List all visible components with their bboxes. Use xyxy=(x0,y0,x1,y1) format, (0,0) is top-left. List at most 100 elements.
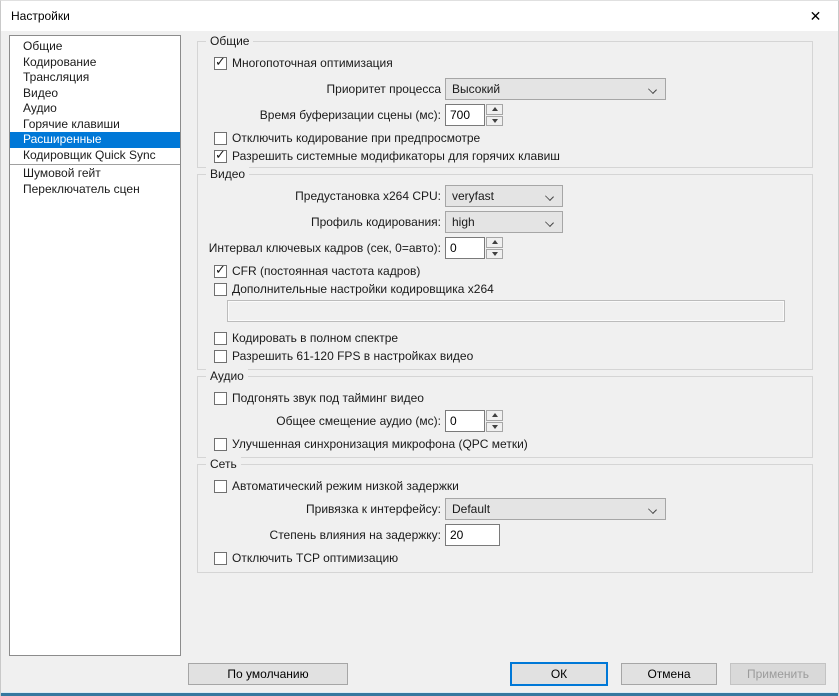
sidebar-item-quicksync-encoder[interactable]: Кодировщик Quick Sync xyxy=(10,148,180,164)
x264-preset-label: Предустановка x264 CPU: xyxy=(295,189,441,203)
custom-x264-row: Дополнительные настройки кодировщика x26… xyxy=(214,282,812,296)
disable-preview-encoding-label: Отключить кодирование при предпросмотре xyxy=(232,131,481,145)
title-bar: Настройки ✕ xyxy=(1,1,838,31)
audio-sync-checkbox[interactable] xyxy=(214,391,227,405)
close-button[interactable]: ✕ xyxy=(793,1,838,31)
low-latency-label: Автоматический режим низкой задержки xyxy=(232,479,459,493)
allow-modifiers-row: ✓ Разрешить системные модификаторы для г… xyxy=(214,146,812,163)
apply-button: Применить xyxy=(730,663,826,685)
chevron-down-icon xyxy=(545,192,554,201)
latency-factor-label: Степень влияния на задержку: xyxy=(269,528,441,542)
audio-offset-spin-buttons xyxy=(486,410,503,432)
custom-x264-label: Дополнительные настройки кодировщика x26… xyxy=(232,282,494,296)
scene-buffer-spin-buttons xyxy=(486,104,503,126)
custom-x264-input-row xyxy=(198,300,812,322)
low-latency-checkbox[interactable] xyxy=(214,479,227,493)
keyframe-interval-spinner xyxy=(445,237,503,259)
chevron-down-icon xyxy=(545,218,554,227)
x264-preset-select[interactable]: veryfast xyxy=(445,185,563,207)
spin-down-icon xyxy=(491,251,498,256)
check-icon: ✓ xyxy=(215,53,226,69)
interface-binding-row: Привязка к интерфейсу: Default xyxy=(198,498,812,520)
group-video-title: Видео xyxy=(206,167,250,181)
multithread-optimization-label: Многопоточная оптимизация xyxy=(232,56,393,70)
custom-x264-settings-input[interactable] xyxy=(227,300,785,322)
audio-offset-label: Общее смещение аудио (мс): xyxy=(276,414,441,428)
audio-offset-spinner xyxy=(445,410,503,432)
mic-qpc-checkbox[interactable] xyxy=(214,437,227,451)
scene-buffer-spinner xyxy=(445,104,503,126)
cfr-label: CFR (постоянная частота кадров) xyxy=(232,264,421,278)
sidebar-item-encoding[interactable]: Кодирование xyxy=(10,55,180,71)
check-icon: ✓ xyxy=(215,261,226,277)
mic-qpc-label: Улучшенная синхронизация микрофона (QPC … xyxy=(232,437,528,451)
cfr-checkbox[interactable]: ✓ xyxy=(214,261,227,278)
audio-sync-label: Подгонять звук под тайминг видео xyxy=(232,391,424,405)
process-priority-row: Приоритет процесса Высокий xyxy=(198,78,812,100)
process-priority-value: Высокий xyxy=(452,82,501,96)
full-range-checkbox[interactable] xyxy=(214,331,227,345)
scene-buffer-row: Время буферизации сцены (мс): xyxy=(198,104,812,126)
audio-sync-row: Подгонять звук под тайминг видео xyxy=(214,391,812,405)
settings-dialog: Настройки ✕ Общие Кодирование Трансляция… xyxy=(0,0,839,696)
sidebar-item-hotkeys[interactable]: Горячие клавиши xyxy=(10,117,180,133)
group-audio: Аудио Подгонять звук под тайминг видео О… xyxy=(197,369,813,458)
defaults-button[interactable]: По умолчанию xyxy=(188,663,348,685)
chevron-down-icon xyxy=(648,505,657,514)
spin-up-icon xyxy=(491,240,498,245)
keyframe-interval-input[interactable] xyxy=(445,237,485,259)
encoding-profile-value: high xyxy=(452,215,475,229)
allow-fps-checkbox[interactable] xyxy=(214,349,227,363)
audio-offset-row: Общее смещение аудио (мс): xyxy=(198,410,812,432)
chevron-down-icon xyxy=(648,85,657,94)
cancel-button[interactable]: Отмена xyxy=(621,663,717,685)
spin-up-button[interactable] xyxy=(486,237,503,248)
spin-up-icon xyxy=(491,413,498,418)
audio-offset-input[interactable] xyxy=(445,410,485,432)
x264-preset-value: veryfast xyxy=(452,189,495,203)
ok-button[interactable]: ОК xyxy=(510,662,608,686)
allow-modifiers-label: Разрешить системные модификаторы для гор… xyxy=(232,149,560,163)
latency-factor-input[interactable] xyxy=(445,524,500,546)
mic-qpc-row: Улучшенная синхронизация микрофона (QPC … xyxy=(214,437,812,451)
interface-binding-select[interactable]: Default xyxy=(445,498,666,520)
sidebar-item-advanced[interactable]: Расширенные xyxy=(10,132,180,148)
scene-buffer-input[interactable] xyxy=(445,104,485,126)
group-audio-title: Аудио xyxy=(206,369,248,383)
sidebar-item-general[interactable]: Общие xyxy=(10,39,180,55)
encoding-profile-label: Профиль кодирования: xyxy=(310,215,441,229)
sidebar-item-scene-switcher[interactable]: Переключатель сцен xyxy=(10,182,180,198)
full-range-label: Кодировать в полном спектре xyxy=(232,331,399,345)
allow-modifiers-checkbox[interactable]: ✓ xyxy=(214,146,227,163)
advanced-settings-panel: Общие ✓ Многопоточная оптимизация Приори… xyxy=(197,34,813,579)
multithread-optimization-checkbox[interactable]: ✓ xyxy=(214,53,227,70)
disable-preview-encoding-checkbox[interactable] xyxy=(214,131,227,145)
spin-down-button[interactable] xyxy=(486,421,503,432)
latency-factor-row: Степень влияния на задержку: xyxy=(198,524,812,546)
group-network-title: Сеть xyxy=(206,457,241,471)
keyframe-interval-label: Интервал ключевых кадров (сек, 0=авто): xyxy=(208,241,441,255)
group-general: Общие ✓ Многопоточная оптимизация Приори… xyxy=(197,34,813,168)
encoding-profile-select[interactable]: high xyxy=(445,211,563,233)
sidebar-item-audio[interactable]: Аудио xyxy=(10,101,180,117)
tcp-optimization-checkbox[interactable] xyxy=(214,551,227,565)
process-priority-select[interactable]: Высокий xyxy=(445,78,666,100)
spin-up-button[interactable] xyxy=(486,410,503,421)
spin-down-icon xyxy=(491,118,498,123)
custom-x264-checkbox[interactable] xyxy=(214,282,227,296)
check-icon: ✓ xyxy=(215,146,226,162)
tcp-optimization-row: Отключить TCP оптимизацию xyxy=(214,551,812,565)
interface-binding-value: Default xyxy=(452,502,491,516)
tcp-optimization-label: Отключить TCP оптимизацию xyxy=(232,551,399,565)
keyframe-interval-row: Интервал ключевых кадров (сек, 0=авто): xyxy=(198,237,812,259)
spin-up-button[interactable] xyxy=(486,104,503,115)
group-network: Сеть Автоматический режим низкой задержк… xyxy=(197,457,813,573)
allow-fps-label: Разрешить 61-120 FPS в настройках видео xyxy=(232,349,474,363)
sidebar-item-noise-gate[interactable]: Шумовой гейт xyxy=(10,166,180,182)
encoding-profile-row: Профиль кодирования: high xyxy=(198,211,812,233)
spin-down-button[interactable] xyxy=(486,115,503,126)
sidebar-item-broadcast[interactable]: Трансляция xyxy=(10,70,180,86)
sidebar-item-video[interactable]: Видео xyxy=(10,86,180,102)
spin-down-button[interactable] xyxy=(486,248,503,259)
spin-up-icon xyxy=(491,107,498,112)
